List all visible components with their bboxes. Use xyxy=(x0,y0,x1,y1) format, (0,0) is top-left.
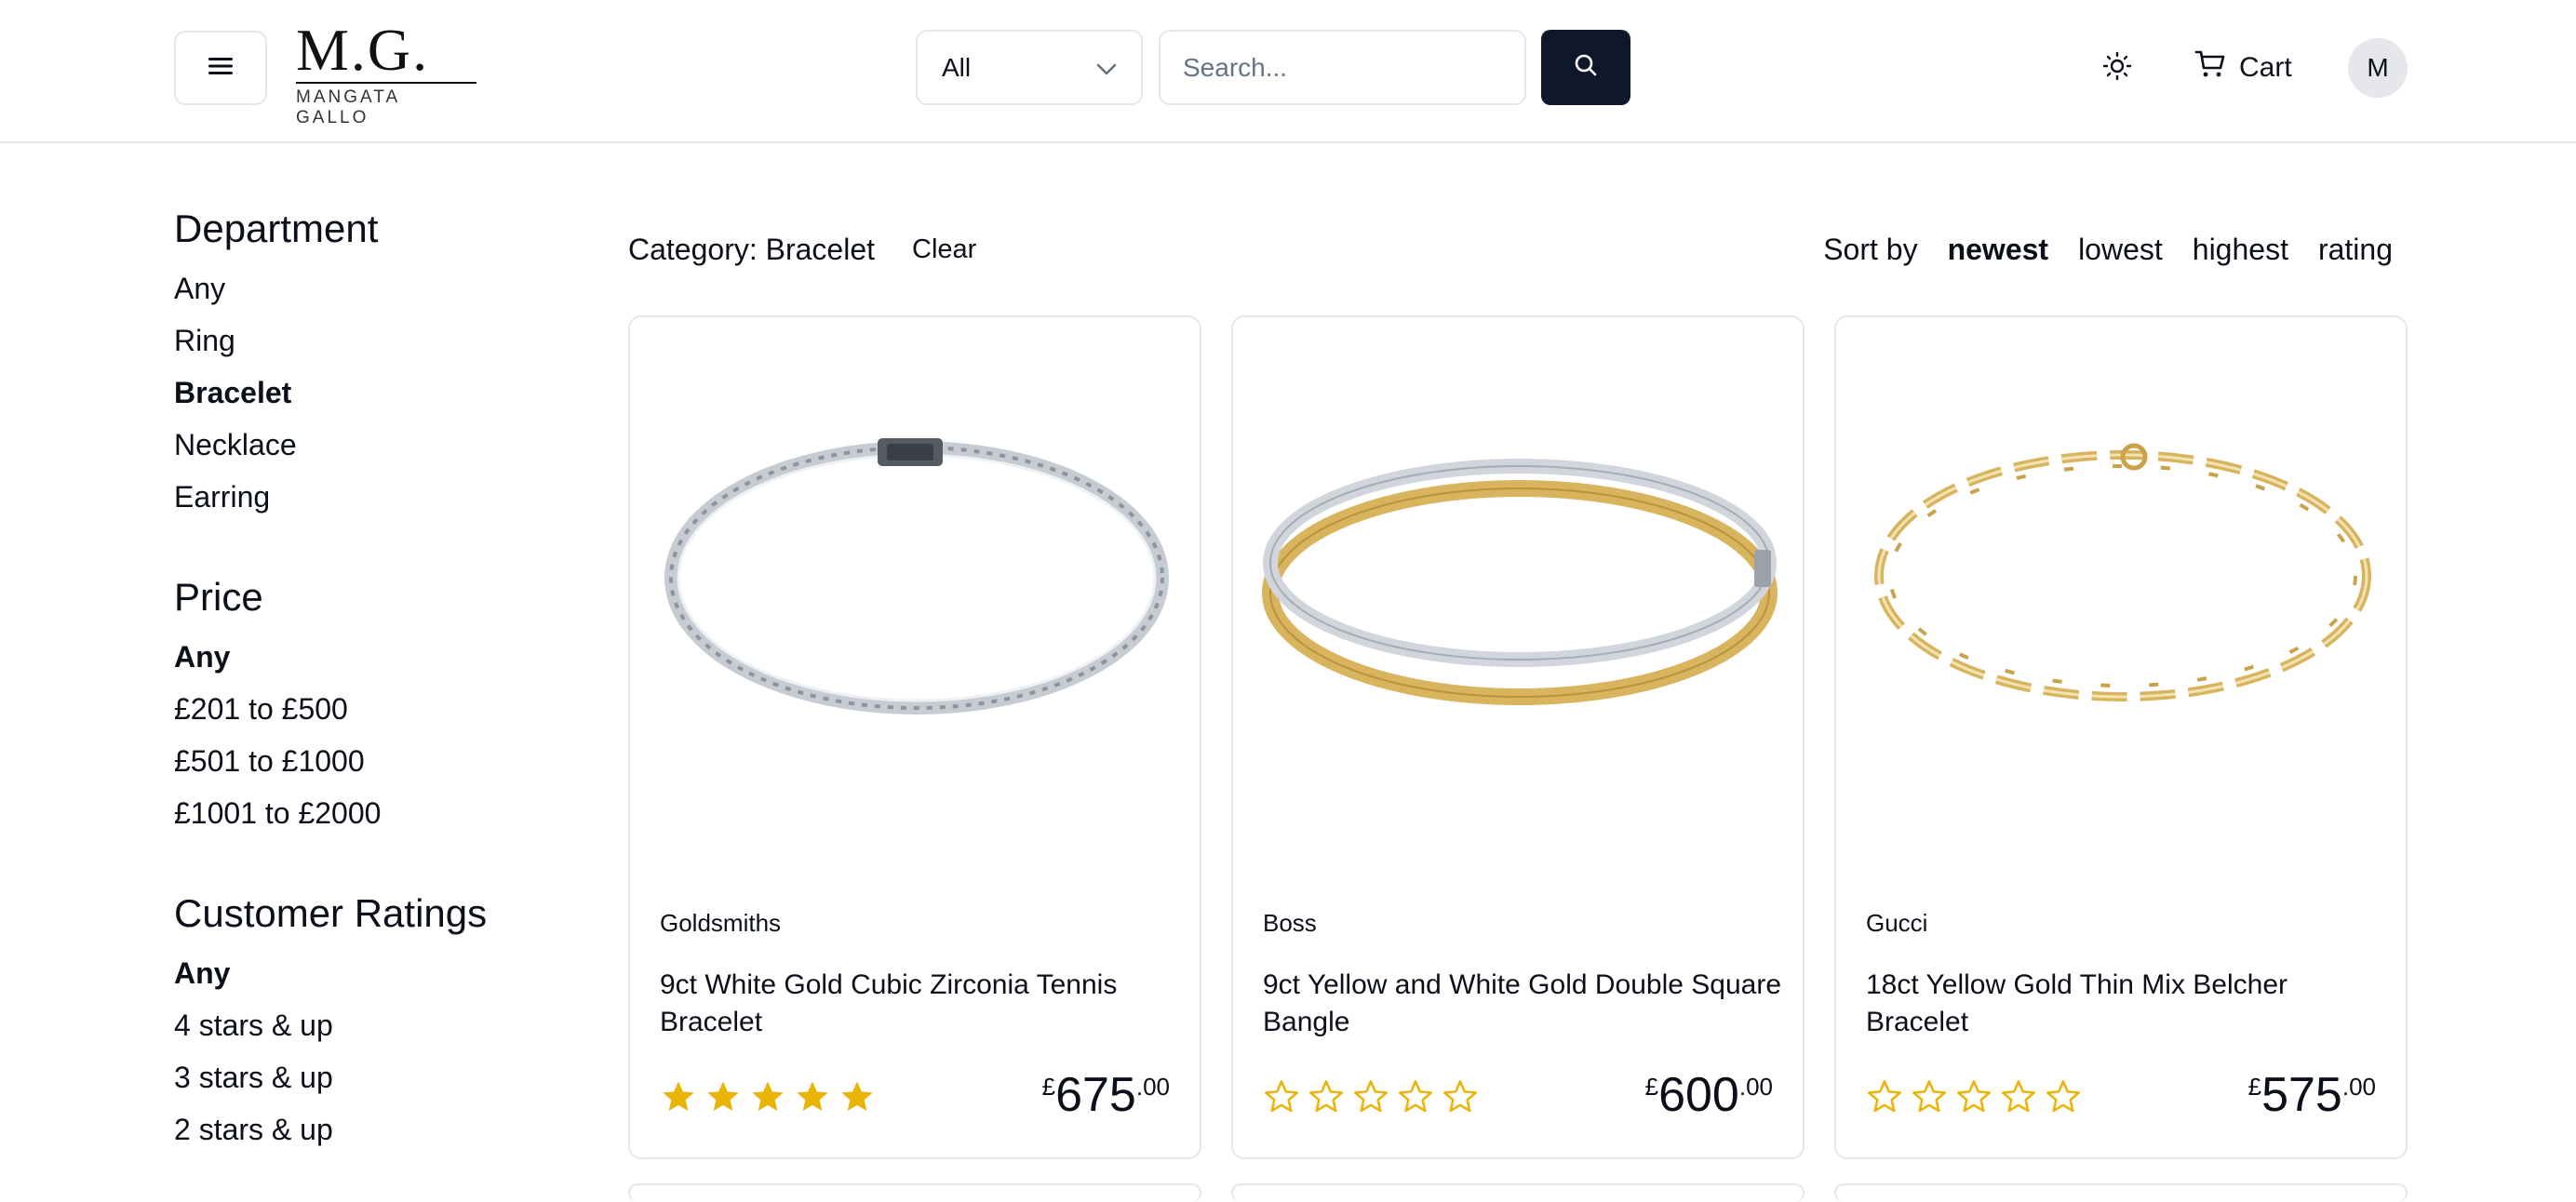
price-whole: 600 xyxy=(1658,1068,1739,1122)
menu-button[interactable] xyxy=(174,31,267,105)
price-currency: £ xyxy=(1041,1073,1056,1101)
logo-subtitle: MANGATA GALLO xyxy=(296,87,400,127)
price-filter-title: Price xyxy=(174,575,263,619)
search-icon xyxy=(1573,52,1599,83)
sort-option-newest[interactable]: newest xyxy=(1948,233,2048,267)
star-outline-icon xyxy=(1263,1078,1300,1120)
star-outline-icon xyxy=(2045,1078,2082,1120)
ratings-options: Any 4 stars & up 3 stars & up 2 stars & … xyxy=(174,947,565,1155)
product-price: £ 675 .00 xyxy=(1042,1067,1170,1123)
product-rating xyxy=(660,1078,876,1120)
site-header: M.G. MANGATA GALLO All Cart xyxy=(0,0,2576,143)
double-bangle-image[interactable] xyxy=(1252,410,1788,745)
star-outline-icon xyxy=(1955,1078,1992,1120)
rating-option-4-up[interactable]: 4 stars & up xyxy=(174,999,565,1051)
logo-mark: M.G. xyxy=(296,17,430,83)
product-name[interactable]: 18ct Yellow Gold Thin Mix Belcher Bracel… xyxy=(1866,967,2387,1041)
search-input[interactable] xyxy=(1159,30,1526,105)
hamburger-icon xyxy=(208,56,233,81)
filter-sidebar: Department Any Ring Bracelet Necklace Ea… xyxy=(174,201,565,1155)
star-filled-icon xyxy=(704,1078,742,1120)
star-filled-icon xyxy=(660,1078,697,1120)
price-option-1001-2000[interactable]: £1001 to £2000 xyxy=(174,787,565,839)
sort-option-lowest[interactable]: lowest xyxy=(2078,233,2163,267)
product-card-next-row[interactable] xyxy=(628,1183,1201,1202)
price-options: Any £201 to £500 £501 to £1000 £1001 to … xyxy=(174,631,565,839)
rating-option-any[interactable]: Any xyxy=(174,947,565,999)
sort-option-rating[interactable]: rating xyxy=(2318,233,2393,267)
price-option-any[interactable]: Any xyxy=(174,631,565,683)
product-brand: Goldsmiths xyxy=(660,909,782,937)
price-currency: £ xyxy=(1644,1073,1659,1101)
belcher-bracelet-image[interactable] xyxy=(1855,410,2391,745)
cart-button[interactable]: Cart xyxy=(2194,43,2292,93)
brand-logo[interactable]: M.G. MANGATA GALLO xyxy=(296,17,478,127)
rating-option-3-up[interactable]: 3 stars & up xyxy=(174,1051,565,1103)
star-outline-icon xyxy=(1442,1078,1479,1120)
department-option-bracelet[interactable]: Bracelet xyxy=(174,367,565,419)
star-outline-icon xyxy=(1866,1078,1903,1120)
star-outline-icon xyxy=(1308,1078,1345,1120)
price-cents: .00 xyxy=(1135,1073,1170,1101)
price-currency: £ xyxy=(2247,1073,2262,1101)
price-whole: 575 xyxy=(2261,1068,2342,1122)
product-card-next-row[interactable] xyxy=(1231,1183,1805,1202)
product-rating xyxy=(1866,1078,2082,1120)
product-price: £ 600 .00 xyxy=(1645,1067,1773,1123)
cart-label: Cart xyxy=(2239,52,2292,83)
department-option-ring[interactable]: Ring xyxy=(174,314,565,367)
active-filter-bar: Category: Bracelet Clear xyxy=(628,227,976,272)
price-filter: Price Any £201 to £500 £501 to £1000 £10… xyxy=(174,569,565,839)
product-card[interactable]: Gucci 18ct Yellow Gold Thin Mix Belcher … xyxy=(1834,315,2408,1159)
product-card-next-row[interactable] xyxy=(1834,1183,2408,1202)
rating-option-2-up[interactable]: 2 stars & up xyxy=(174,1103,565,1155)
product-card[interactable]: Boss 9ct Yellow and White Gold Double Sq… xyxy=(1231,315,1805,1159)
department-filter: Department Any Ring Bracelet Necklace Ea… xyxy=(174,201,565,523)
star-filled-icon xyxy=(839,1078,876,1120)
clear-filters-link[interactable]: Clear xyxy=(912,234,976,265)
price-whole: 675 xyxy=(1055,1068,1136,1122)
product-name[interactable]: 9ct Yellow and White Gold Double Square … xyxy=(1263,967,1784,1041)
department-options: Any Ring Bracelet Necklace Earring xyxy=(174,262,565,523)
star-filled-icon xyxy=(794,1078,831,1120)
chevron-down-icon xyxy=(1096,53,1117,83)
tennis-bracelet-image[interactable] xyxy=(649,410,1185,745)
star-outline-icon xyxy=(2000,1078,2037,1120)
department-option-earring[interactable]: Earring xyxy=(174,471,565,523)
ratings-filter-title: Customer Ratings xyxy=(174,891,488,935)
product-price: £ 575 .00 xyxy=(2248,1067,2376,1123)
category-select[interactable]: All xyxy=(916,30,1143,105)
avatar-initial: M xyxy=(2367,53,2389,82)
price-option-201-500[interactable]: £201 to £500 xyxy=(174,683,565,735)
product-rating xyxy=(1263,1078,1479,1120)
active-category-label: Category: Bracelet xyxy=(628,232,876,266)
category-select-value: All xyxy=(942,52,972,82)
sort-option-highest[interactable]: highest xyxy=(2193,233,2288,267)
search-button[interactable] xyxy=(1541,30,1630,105)
department-option-any[interactable]: Any xyxy=(174,262,565,314)
sort-bar: Sort by newest lowest highest rating xyxy=(1823,227,2393,272)
star-outline-icon xyxy=(1911,1078,1948,1120)
price-cents: .00 xyxy=(2341,1073,2376,1101)
ratings-filter: Customer Ratings Any 4 stars & up 3 star… xyxy=(174,886,565,1155)
price-option-501-1000[interactable]: £501 to £1000 xyxy=(174,735,565,787)
department-filter-title: Department xyxy=(174,207,379,250)
theme-toggle-button[interactable] xyxy=(2094,45,2140,91)
sort-label: Sort by xyxy=(1823,232,1918,266)
product-brand: Boss xyxy=(1263,909,1317,937)
star-outline-icon xyxy=(1352,1078,1389,1120)
department-option-necklace[interactable]: Necklace xyxy=(174,419,565,471)
user-avatar[interactable]: M xyxy=(2348,38,2408,98)
star-filled-icon xyxy=(749,1078,786,1120)
star-outline-icon xyxy=(1397,1078,1434,1120)
product-name[interactable]: 9ct White Gold Cubic Zirconia Tennis Bra… xyxy=(660,967,1181,1041)
product-brand: Gucci xyxy=(1866,909,1928,937)
product-card[interactable]: Goldsmiths 9ct White Gold Cubic Zirconia… xyxy=(628,315,1201,1159)
sun-icon xyxy=(2102,51,2132,86)
price-cents: .00 xyxy=(1738,1073,1773,1101)
cart-icon xyxy=(2194,49,2226,87)
